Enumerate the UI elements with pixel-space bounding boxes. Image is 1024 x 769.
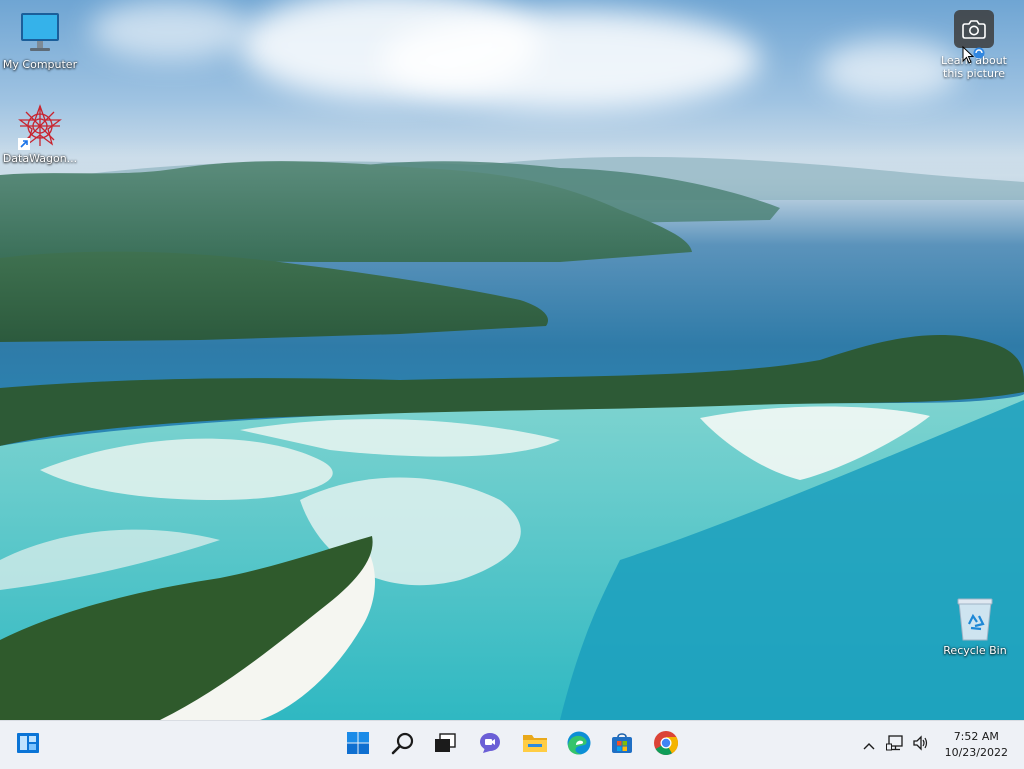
taskbar-clock[interactable]: 7:52 AM 10/23/2022 — [945, 729, 1008, 761]
chat-icon — [478, 731, 502, 759]
edge-button[interactable] — [561, 727, 597, 763]
datawagon-shortcut-icon — [16, 104, 64, 150]
widgets-icon — [16, 732, 40, 758]
file-explorer-button[interactable] — [517, 727, 553, 763]
desktop-icon-label: Recycle Bin — [943, 644, 1007, 657]
desktop-icon-my-computer[interactable]: My Computer — [0, 10, 80, 71]
network-icon[interactable] — [882, 735, 908, 755]
chrome-button[interactable] — [648, 727, 684, 763]
folder-icon — [522, 732, 548, 758]
volume-icon[interactable] — [908, 735, 934, 755]
edge-icon — [566, 730, 592, 760]
island-landscape — [0, 156, 1024, 720]
store-button[interactable] — [604, 727, 640, 763]
start-button[interactable] — [340, 727, 376, 763]
desktop-icon-label: DataWagon... — [2, 152, 78, 165]
clock-time: 7:52 AM — [953, 730, 999, 743]
task-view-icon — [433, 732, 457, 758]
taskbar: 7:52 AM 10/23/2022 — [0, 720, 1024, 769]
widgets-button[interactable] — [10, 727, 46, 763]
chevron-up-icon[interactable] — [856, 736, 882, 755]
system-tray — [856, 721, 934, 769]
camera-icon — [954, 10, 994, 48]
chat-button[interactable] — [472, 727, 508, 763]
windows-logo-icon — [346, 731, 370, 759]
recycle-bin-icon — [951, 596, 999, 642]
desktop-icon-recycle-bin[interactable]: Recycle Bin — [935, 596, 1015, 657]
chrome-icon — [653, 730, 679, 760]
desktop-icon-datawagon[interactable]: DataWagon... — [0, 104, 80, 165]
task-view-button[interactable] — [427, 727, 463, 763]
store-icon — [610, 731, 634, 759]
search-icon — [391, 731, 415, 759]
desktop-wallpaper — [0, 0, 1024, 720]
monitor-icon — [16, 10, 64, 56]
clock-date: 10/23/2022 — [944, 746, 1008, 759]
desktop-icon-label: My Computer — [2, 58, 78, 71]
search-button[interactable] — [385, 727, 421, 763]
mouse-cursor — [962, 45, 988, 72]
